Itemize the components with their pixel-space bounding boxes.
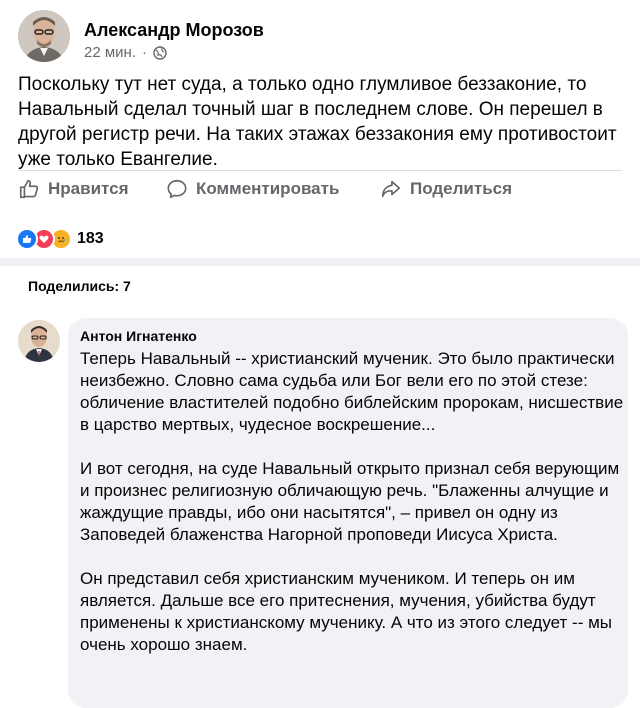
post-meta: 22 мин. · (84, 44, 167, 61)
comment-button[interactable]: Комментировать (166, 178, 339, 200)
comment-icon (167, 179, 187, 199)
section-separator (0, 258, 640, 266)
comment-paragraph: И вот сегодня, на суде Навальный открыто… (80, 459, 620, 544)
share-button[interactable]: Поделиться (380, 178, 512, 200)
post-header: Александр Морозов 22 мин. · (18, 10, 618, 66)
share-label: Поделиться (410, 179, 513, 198)
like-button[interactable]: Нравится (18, 178, 129, 200)
share-arrow-icon (381, 180, 401, 198)
author-avatar[interactable] (18, 10, 70, 62)
reactions-summary[interactable]: 183 (16, 228, 104, 250)
comment-label: Комментировать (196, 179, 340, 198)
reactions-count: 183 (77, 230, 104, 247)
post-text: Поскольку тут нет суда, а только одно гл… (18, 74, 617, 170)
post-actions: Нравится Комментировать Поделиться (18, 178, 622, 208)
comment-paragraph: Он представил себя христианским мученико… (80, 569, 612, 654)
post-time[interactable]: 22 мин. (84, 44, 136, 61)
comment-paragraph: Теперь Навальный -- христианский мученик… (80, 349, 624, 434)
commenter-name[interactable]: Антон Игнатенко (80, 328, 197, 344)
comment-bubble: Антон Игнатенко Теперь Навальный -- хрис… (68, 318, 628, 708)
comment-text: Теперь Навальный -- христианский мученик… (80, 348, 625, 678)
shares-count[interactable]: Поделились: 7 (28, 278, 131, 294)
thumbs-up-icon (19, 179, 39, 199)
author-name[interactable]: Александр Морозов (84, 20, 264, 41)
commenter-avatar[interactable] (18, 320, 60, 362)
like-label: Нравится (48, 179, 129, 198)
meta-separator: · (142, 44, 147, 61)
like-icon (16, 228, 38, 250)
divider (18, 170, 622, 171)
globe-icon (153, 45, 167, 60)
